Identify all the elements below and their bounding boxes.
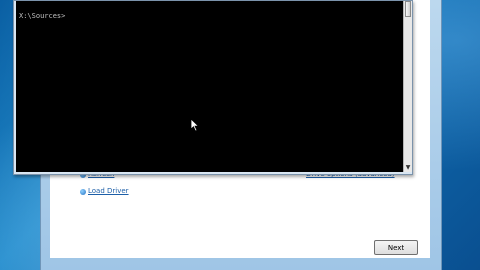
scroll-down-arrow-icon[interactable]: ▼ <box>404 164 412 172</box>
console-prompt-line: X:\Sources> <box>19 12 66 20</box>
next-button[interactable]: Next <box>374 240 418 255</box>
vertical-scrollbar[interactable]: ▼ <box>403 1 412 172</box>
scroll-thumb[interactable] <box>405 1 411 17</box>
console-output-area[interactable]: X:\Sources> <box>16 1 403 172</box>
mouse-cursor-icon <box>190 118 200 132</box>
load-driver-link[interactable]: Load Driver <box>88 187 129 195</box>
load-driver-icon <box>80 189 86 195</box>
command-prompt-window[interactable]: X:\Sources> ▼ <box>13 0 413 175</box>
